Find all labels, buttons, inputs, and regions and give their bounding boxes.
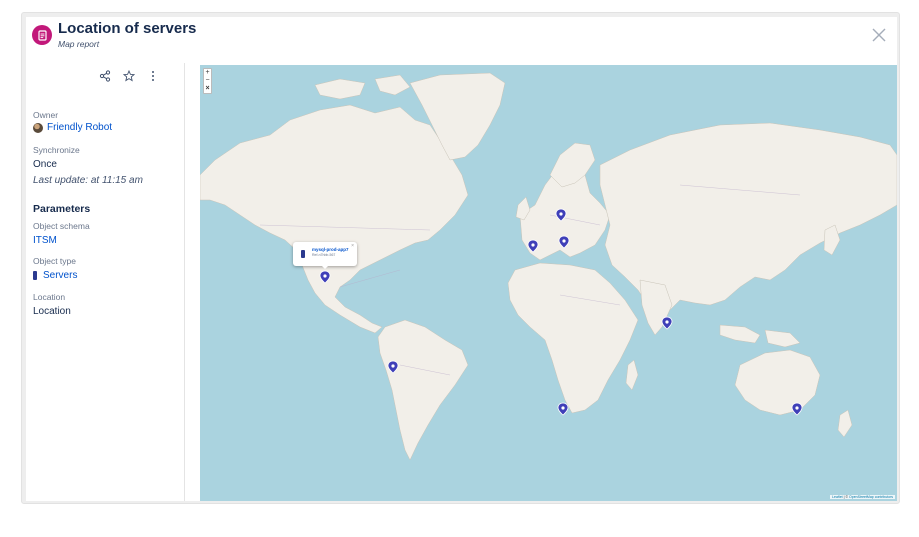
sync-label: Synchronize [33,145,80,155]
map-tiles [200,72,897,461]
dialog-frame: Location of servers Map report Owner Fri… [21,12,900,504]
popup-tip [321,265,329,269]
server-icon [301,250,305,258]
report-dialog: Location of servers Map report Owner Fri… [26,17,897,501]
share-icon[interactable] [98,69,112,83]
location-value: Location [33,306,71,317]
owner-link[interactable]: Friendly Robot [47,122,112,133]
reset-button[interactable]: × [204,85,211,93]
popup-close-icon[interactable]: × [351,243,354,249]
zoom-controls: + − × [203,68,212,94]
schema-link[interactable]: ITSM [33,235,57,246]
schema-label: Object schema [33,221,90,231]
map-attribution: Leaflet | © OpenStreetMap contributors [830,495,895,499]
zoom-in-button[interactable]: + [204,69,211,77]
type-label: Object type [33,256,76,266]
type-link[interactable]: Servers [43,270,77,281]
world-map[interactable]: + − × mysql-prod-app7 Ref-n7hbb-567 × Le… [200,65,897,501]
last-update: Last update: at 11:15 am [33,175,143,186]
server-icon [33,271,37,280]
zoom-out-button[interactable]: − [204,77,211,85]
avatar [33,122,43,133]
details-sidebar: Owner Friendly Robot Synchronize Once La… [26,63,185,501]
popup-object-key: Ref-n7hbb-567 [312,253,336,257]
marker-popup[interactable]: mysql-prod-app7 Ref-n7hbb-567 × [293,242,357,269]
more-icon[interactable] [146,69,160,83]
osm-link[interactable]: OpenStreetMap contributors [849,495,893,499]
owner-label: Owner [33,110,59,120]
page-subtitle: Map report [58,39,100,49]
location-label: Location [33,292,66,302]
report-icon [32,25,52,45]
leaflet-link[interactable]: Leaflet [832,495,843,499]
parameters-heading: Parameters [33,203,91,215]
close-icon[interactable] [871,27,887,43]
dialog-header: Location of servers Map report [26,17,897,63]
page-title: Location of servers [58,20,197,37]
type-row[interactable]: Servers [33,270,77,281]
sync-value: Once [33,159,57,170]
star-icon[interactable] [122,69,136,83]
owner-row[interactable]: Friendly Robot [33,122,112,133]
sidebar-actions [98,69,160,83]
popup-object-name[interactable]: mysql-prod-app7 [312,247,349,252]
